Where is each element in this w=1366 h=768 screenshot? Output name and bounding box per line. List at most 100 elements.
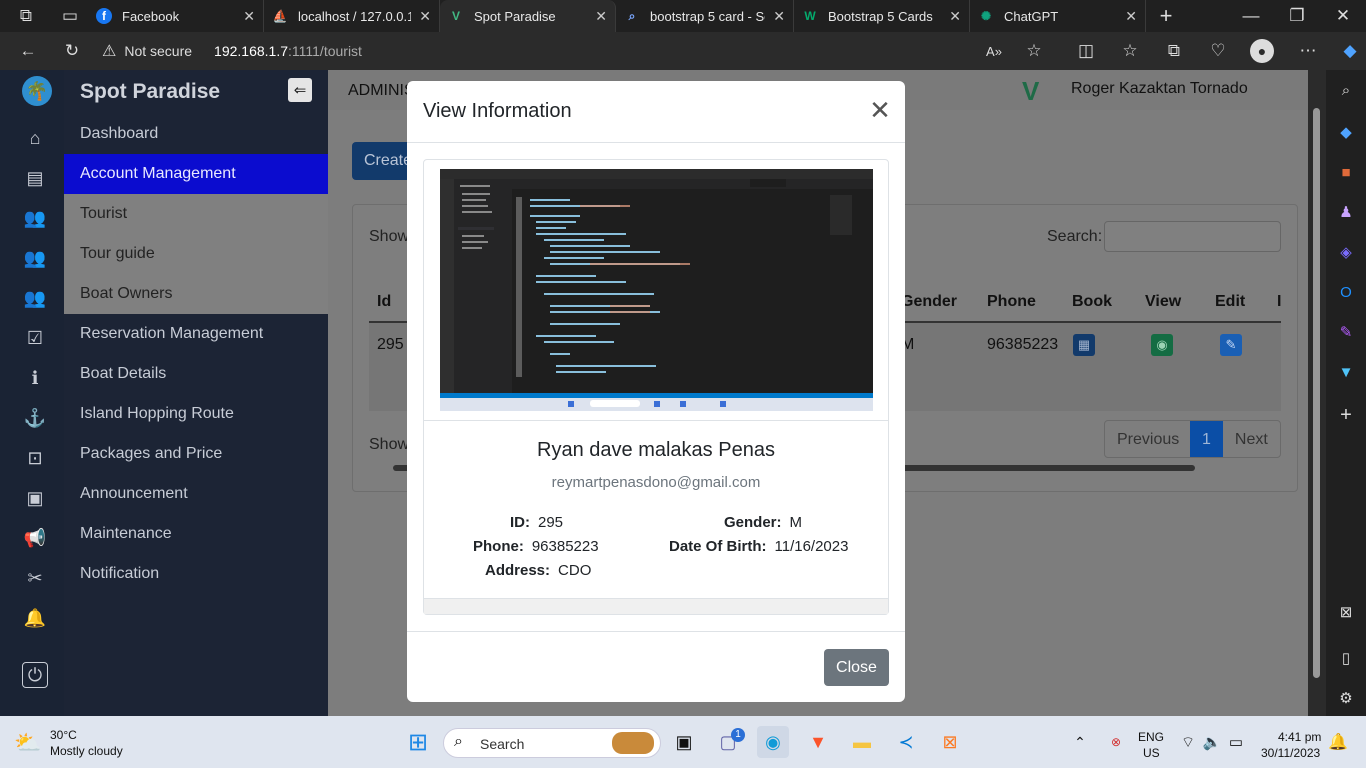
- sidebar-item-reservation[interactable]: Reservation Management: [64, 314, 328, 354]
- column-book[interactable]: Book: [1072, 293, 1112, 311]
- task-view-icon[interactable]: ▣: [668, 726, 700, 758]
- close-tab-icon[interactable]: ✕: [595, 8, 607, 25]
- windows-start-icon[interactable]: ⊞: [402, 726, 434, 758]
- tab-spot-paradise[interactable]: V Spot Paradise ✕: [440, 0, 616, 32]
- weather-widget[interactable]: ⛅ 30°C Mostly cloudy: [14, 728, 134, 760]
- info-icon[interactable]: ℹ: [22, 365, 48, 391]
- tab-actions-icon[interactable]: ▭: [52, 0, 88, 32]
- settings-gear-icon[interactable]: ⚙: [1334, 686, 1358, 710]
- more-menu-icon[interactable]: ⋯: [1292, 35, 1324, 67]
- calendar-check-icon[interactable]: ☑: [22, 325, 48, 351]
- refresh-icon[interactable]: ↻: [56, 35, 88, 67]
- bell-icon[interactable]: 🔔: [22, 605, 48, 631]
- route-icon[interactable]: ⊡: [22, 445, 48, 471]
- close-tab-icon[interactable]: ✕: [949, 8, 961, 25]
- profile-avatar[interactable]: ●: [1246, 35, 1278, 67]
- pagination-previous[interactable]: Previous: [1105, 421, 1190, 457]
- view-eye-icon[interactable]: ◉: [1151, 334, 1173, 356]
- brave-icon[interactable]: ▼: [802, 726, 834, 758]
- sidebar-item-account-management[interactable]: Account Management: [64, 154, 328, 194]
- anchor-icon[interactable]: ⚓: [22, 405, 48, 431]
- column-gender[interactable]: Gender: [901, 293, 957, 311]
- sidebar-item-notification[interactable]: Notification: [64, 554, 328, 594]
- url-field[interactable]: ⚠ Not secure 192.168.1.7:1111/tourist: [102, 36, 362, 66]
- tools-briefcase-icon[interactable]: ■: [1334, 160, 1358, 184]
- designer-icon[interactable]: ✎: [1334, 320, 1358, 344]
- language-eng[interactable]: ENG: [1138, 730, 1164, 744]
- favorites-icon[interactable]: ☆: [1114, 35, 1146, 67]
- tab-bootstrap-search[interactable]: ⌕ bootstrap 5 card - Se ✕: [616, 0, 794, 32]
- column-phone[interactable]: Phone: [987, 293, 1036, 311]
- close-tab-icon[interactable]: ✕: [243, 8, 255, 25]
- browser-essentials-icon[interactable]: ♡: [1202, 35, 1234, 67]
- tab-chatgpt[interactable]: ✺ ChatGPT ✕: [970, 0, 1146, 32]
- xampp-icon[interactable]: ⊠: [934, 726, 966, 758]
- tab-phpmyadmin[interactable]: ⛵ localhost / 127.0.0.1 / ✕: [264, 0, 440, 32]
- tab-bootstrap-cards[interactable]: W Bootstrap 5 Cards ✕: [794, 0, 970, 32]
- search-input[interactable]: [1104, 221, 1281, 252]
- favorite-star-icon[interactable]: ☆: [1018, 35, 1050, 67]
- games-icon[interactable]: ♟: [1334, 200, 1358, 224]
- megaphone-icon[interactable]: 📢: [22, 525, 48, 551]
- tools-icon[interactable]: ✂: [22, 565, 48, 591]
- edit-pencil-icon[interactable]: ✎: [1220, 334, 1242, 356]
- sidebar-toggle-icon[interactable]: ▯: [1334, 646, 1358, 670]
- column-view[interactable]: View: [1145, 293, 1181, 311]
- minimize-icon[interactable]: —: [1228, 0, 1274, 32]
- users-icon[interactable]: 👥: [22, 205, 48, 231]
- pagination-next[interactable]: Next: [1223, 421, 1280, 457]
- file-explorer-icon[interactable]: ▬: [846, 726, 878, 758]
- sidebar-item-boat-details[interactable]: Boat Details: [64, 354, 328, 394]
- notification-bell-icon[interactable]: 🔔: [1322, 726, 1354, 758]
- sidebar-item-dashboard[interactable]: Dashboard: [64, 114, 328, 154]
- sidebar-item-tourist[interactable]: Tourist: [64, 194, 328, 234]
- copilot-icon[interactable]: ◆: [1334, 35, 1366, 67]
- power-icon[interactable]: ⏻: [22, 662, 48, 688]
- split-screen-icon[interactable]: ◫: [1070, 35, 1102, 67]
- modal-close-icon[interactable]: ✕: [869, 95, 891, 125]
- vscode-icon[interactable]: ≺: [890, 726, 922, 758]
- sidebar-item-boat-owners[interactable]: Boat Owners: [64, 274, 328, 314]
- sidebar-item-announcement[interactable]: Announcement: [64, 474, 328, 514]
- new-tab-icon[interactable]: +: [1150, 0, 1182, 32]
- shopping-tag-icon[interactable]: ◆: [1334, 120, 1358, 144]
- collapse-arrow-icon[interactable]: ⇐: [288, 78, 312, 102]
- sidebar-item-tour-guide[interactable]: Tour guide: [64, 234, 328, 274]
- close-tab-icon[interactable]: ✕: [419, 8, 431, 25]
- sidebar-item-maintenance[interactable]: Maintenance: [64, 514, 328, 554]
- pagination-page-1[interactable]: 1: [1190, 421, 1223, 457]
- page-scrollbar[interactable]: [1308, 70, 1326, 716]
- tray-alert-icon[interactable]: ⊗: [1100, 726, 1132, 758]
- home-icon[interactable]: ⌂: [22, 125, 48, 151]
- close-tab-icon[interactable]: ✕: [773, 8, 785, 25]
- sidebar-item-packages[interactable]: Packages and Price: [64, 434, 328, 474]
- window-close-icon[interactable]: ✕: [1320, 0, 1366, 32]
- box-icon[interactable]: ▣: [22, 485, 48, 511]
- column-extra[interactable]: I: [1277, 293, 1281, 311]
- column-edit[interactable]: Edit: [1215, 293, 1245, 311]
- clock-date[interactable]: 30/11/2023: [1261, 746, 1320, 760]
- user-name[interactable]: Roger Kazaktan Tornado: [1071, 80, 1248, 98]
- book-calendar-icon[interactable]: ▦: [1073, 334, 1095, 356]
- search-icon[interactable]: ⌕: [1334, 78, 1358, 102]
- tray-overflow-icon[interactable]: ⌃: [1064, 726, 1096, 758]
- microsoft365-icon[interactable]: ◈: [1334, 240, 1358, 264]
- outlook-icon[interactable]: O: [1334, 280, 1358, 304]
- column-id[interactable]: Id: [377, 293, 391, 311]
- edge-icon[interactable]: ◉: [757, 726, 789, 758]
- scrollbar-thumb[interactable]: [1313, 108, 1320, 678]
- clock-time[interactable]: 4:41 pm: [1278, 730, 1321, 744]
- close-tab-icon[interactable]: ✕: [1125, 8, 1137, 25]
- back-icon[interactable]: ←: [12, 35, 44, 67]
- drop-icon[interactable]: ▼: [1334, 360, 1358, 384]
- users-icon[interactable]: 👥: [22, 245, 48, 271]
- workspaces-icon[interactable]: ⧉: [0, 0, 52, 32]
- add-icon[interactable]: +: [1334, 403, 1358, 427]
- battery-icon[interactable]: ▭: [1220, 726, 1252, 758]
- users-icon[interactable]: 👥: [22, 285, 48, 311]
- tab-facebook[interactable]: f Facebook ✕: [88, 0, 264, 32]
- screenshot-icon[interactable]: ⊠: [1334, 600, 1358, 624]
- read-aloud-icon[interactable]: A»: [978, 35, 1010, 67]
- taskbar-search[interactable]: ⌕ Search: [443, 728, 661, 758]
- id-card-icon[interactable]: ▤: [22, 165, 48, 191]
